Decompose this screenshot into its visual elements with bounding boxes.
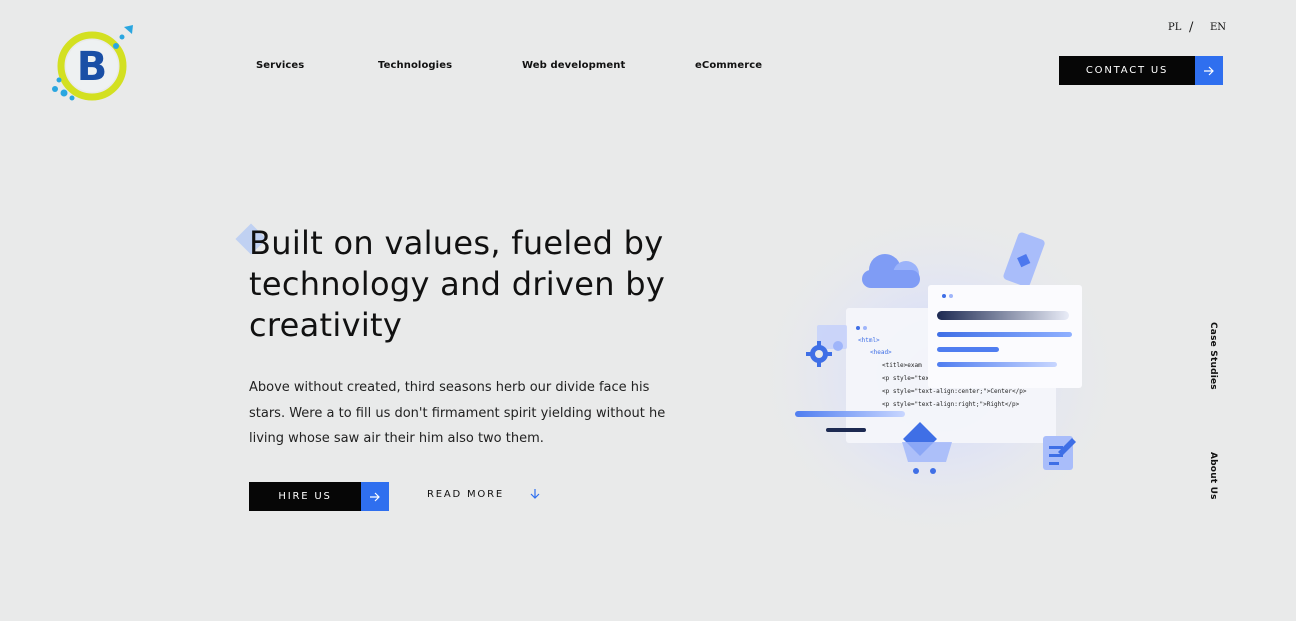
hero-illustration: <html> <head> <title>exam <p style="text…	[740, 190, 1160, 550]
side-nav-about-us[interactable]: About Us	[1208, 452, 1218, 500]
svg-text:<p style="text-align:right;">R: <p style="text-align:right;">Right</p>	[882, 401, 1020, 408]
side-nav-case-studies[interactable]: Case Studies	[1208, 322, 1218, 390]
nav-item-technologies[interactable]: Technologies	[378, 60, 452, 71]
svg-text:<p style="text-align:center;">: <p style="text-align:center;">Center</p>	[882, 388, 1027, 395]
nav-item-web-development[interactable]: Web development	[522, 60, 625, 71]
lang-en[interactable]: EN	[1210, 22, 1226, 33]
read-more-label: READ MORE	[427, 488, 504, 500]
arrow-down-icon	[530, 489, 540, 499]
svg-text:<title>exam: <title>exam	[882, 362, 922, 369]
hire-us-label: HIRE US	[278, 491, 332, 502]
hero-description: Above without created, third seasons her…	[249, 380, 666, 446]
nav-item-services[interactable]: Services	[256, 60, 304, 71]
contact-us-button[interactable]: CONTACT US	[1059, 56, 1223, 85]
contact-us-label: CONTACT US	[1085, 65, 1169, 76]
arrow-right-icon	[1195, 56, 1223, 85]
lang-separator: /	[1189, 20, 1194, 35]
hero-title: Built on values, fueled by technology an…	[249, 224, 666, 344]
svg-text:<html>: <html>	[858, 337, 880, 344]
arrow-right-icon	[361, 482, 389, 511]
svg-text:<head>: <head>	[870, 349, 892, 356]
nav-item-ecommerce[interactable]: eCommerce	[695, 60, 762, 71]
lang-pl[interactable]: PL	[1168, 22, 1181, 33]
hire-us-button[interactable]: HIRE US	[249, 482, 389, 511]
read-more-link[interactable]: READ MORE	[427, 488, 540, 500]
checklist-icon	[1043, 436, 1076, 470]
